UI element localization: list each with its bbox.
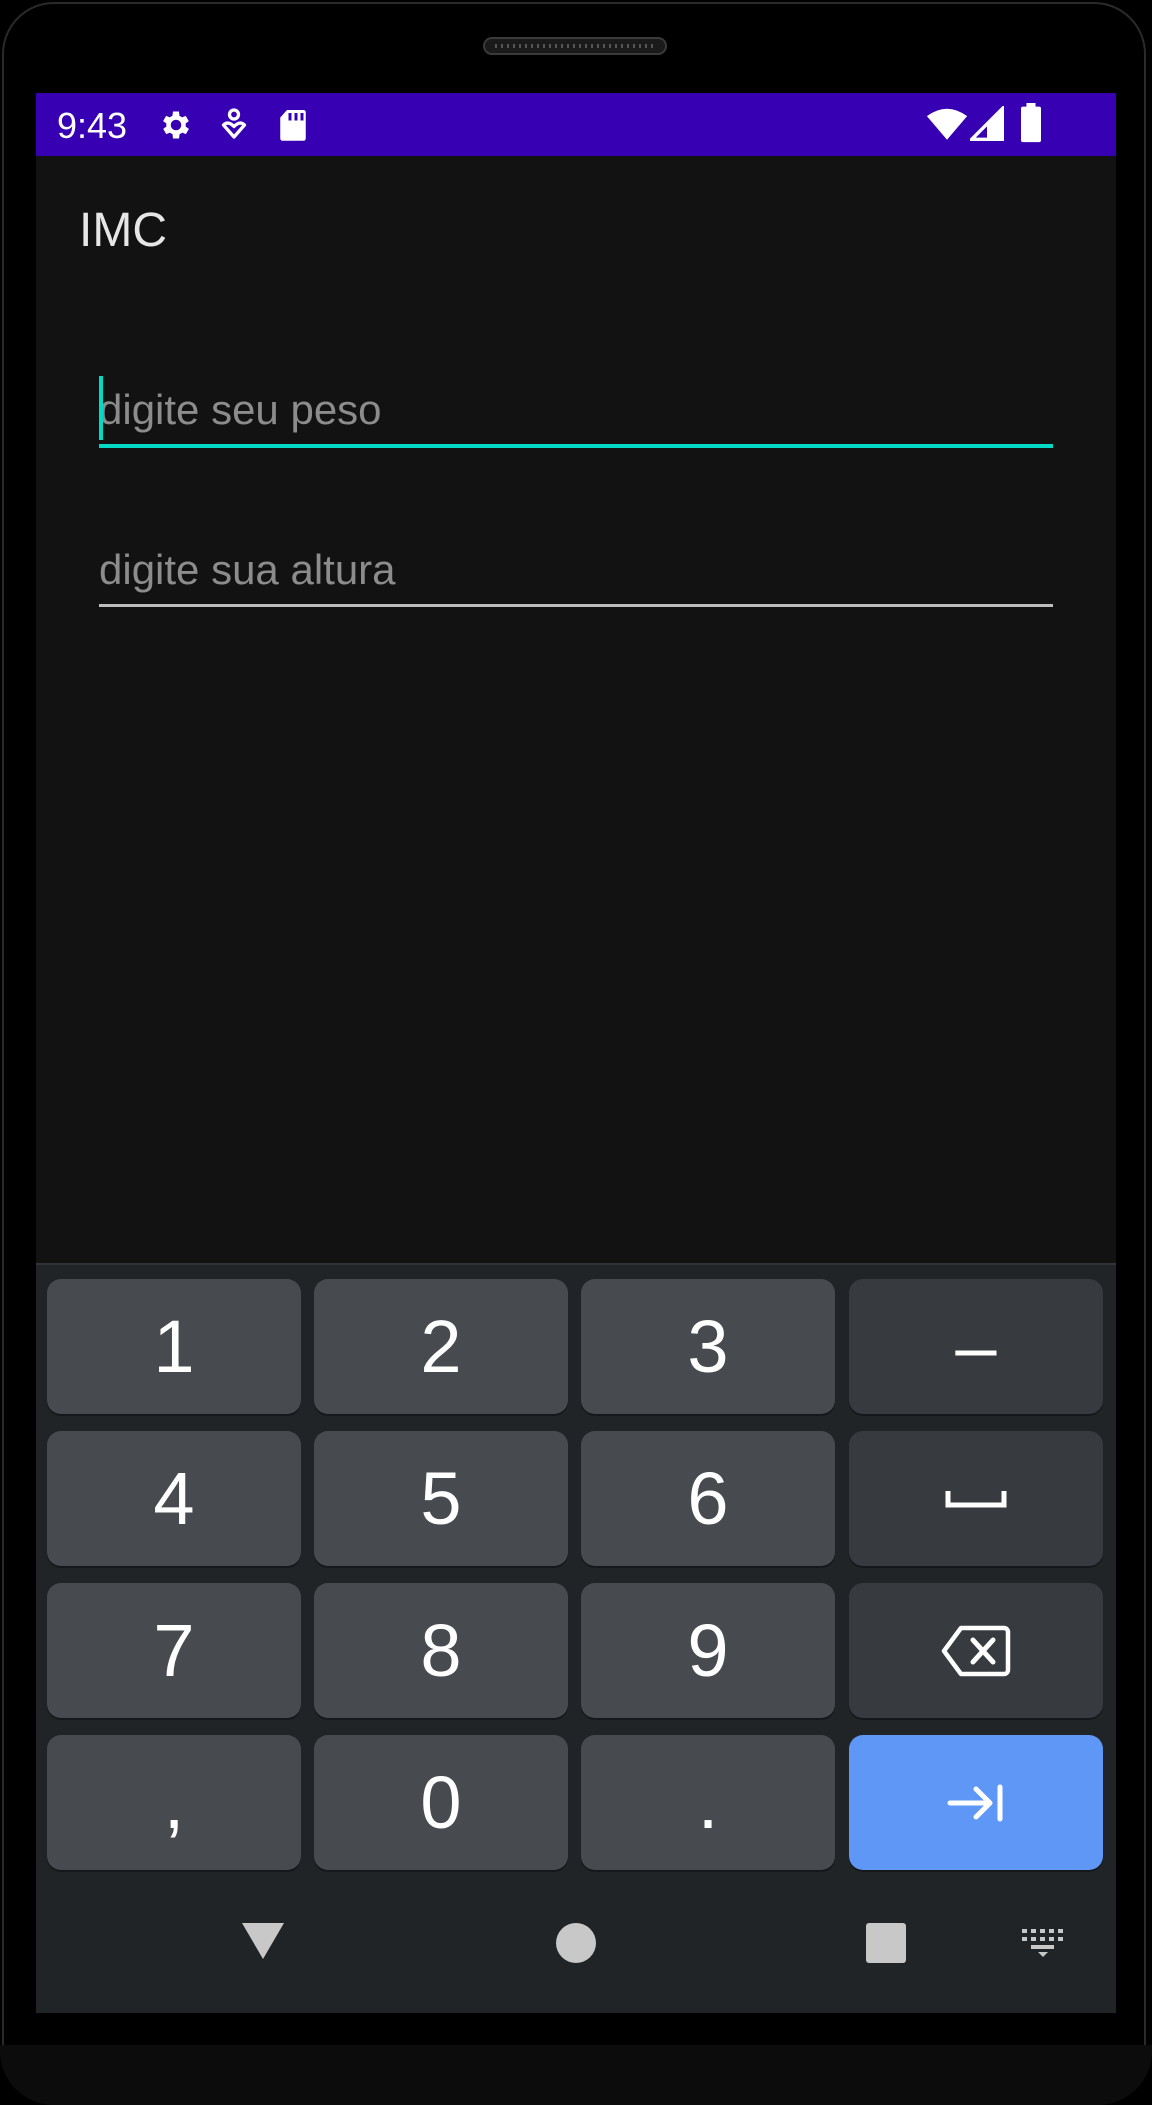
height-field[interactable] bbox=[99, 540, 1053, 607]
back-icon[interactable] bbox=[240, 1921, 286, 1961]
home-icon[interactable] bbox=[555, 1922, 597, 1964]
status-time: 9:43 bbox=[57, 105, 128, 146]
device-frame: 9:43 IMC digite seu peso digite sua altu… bbox=[0, 0, 1152, 2105]
text-cursor bbox=[99, 376, 103, 440]
key-minus[interactable]: – bbox=[849, 1279, 1103, 1414]
height-input[interactable] bbox=[99, 540, 1053, 600]
key-dot[interactable]: . bbox=[581, 1735, 835, 1870]
status-bar: 9:43 bbox=[36, 93, 1116, 156]
key-6[interactable]: 6 bbox=[581, 1431, 835, 1566]
device-chin bbox=[0, 2045, 1152, 2105]
weight-underline bbox=[99, 444, 1053, 448]
location-pin-icon bbox=[221, 108, 247, 139]
cell-signal-icon bbox=[970, 106, 1004, 141]
key-comma[interactable]: , bbox=[47, 1735, 301, 1870]
next-tab-icon bbox=[947, 1784, 1003, 1821]
app-title: IMC bbox=[79, 204, 167, 257]
sd-card-icon bbox=[280, 110, 306, 141]
navigation-bar bbox=[36, 1873, 1116, 2013]
battery-icon bbox=[1021, 103, 1041, 143]
height-underline bbox=[99, 604, 1053, 607]
key-1[interactable]: 1 bbox=[47, 1279, 301, 1414]
keyboard-switch-icon[interactable] bbox=[1022, 1929, 1064, 1957]
key-0[interactable]: 0 bbox=[314, 1735, 568, 1870]
backspace-icon bbox=[941, 1625, 1011, 1676]
key-4[interactable]: 4 bbox=[47, 1431, 301, 1566]
key-5[interactable]: 5 bbox=[314, 1431, 568, 1566]
space-icon bbox=[945, 1490, 1007, 1507]
key-2[interactable]: 2 bbox=[314, 1279, 568, 1414]
screen: 9:43 IMC digite seu peso digite sua altu… bbox=[36, 93, 1116, 2013]
earpiece-speaker bbox=[483, 37, 667, 55]
recents-icon[interactable] bbox=[866, 1923, 906, 1963]
key-space[interactable] bbox=[849, 1431, 1103, 1566]
weight-field[interactable] bbox=[99, 376, 1053, 448]
wifi-icon bbox=[926, 108, 968, 140]
key-backspace[interactable] bbox=[849, 1583, 1103, 1718]
key-next[interactable] bbox=[849, 1735, 1103, 1870]
key-7[interactable]: 7 bbox=[47, 1583, 301, 1718]
weight-input[interactable] bbox=[99, 380, 1053, 440]
key-8[interactable]: 8 bbox=[314, 1583, 568, 1718]
key-9[interactable]: 9 bbox=[581, 1583, 835, 1718]
settings-icon bbox=[163, 111, 189, 139]
key-3[interactable]: 3 bbox=[581, 1279, 835, 1414]
